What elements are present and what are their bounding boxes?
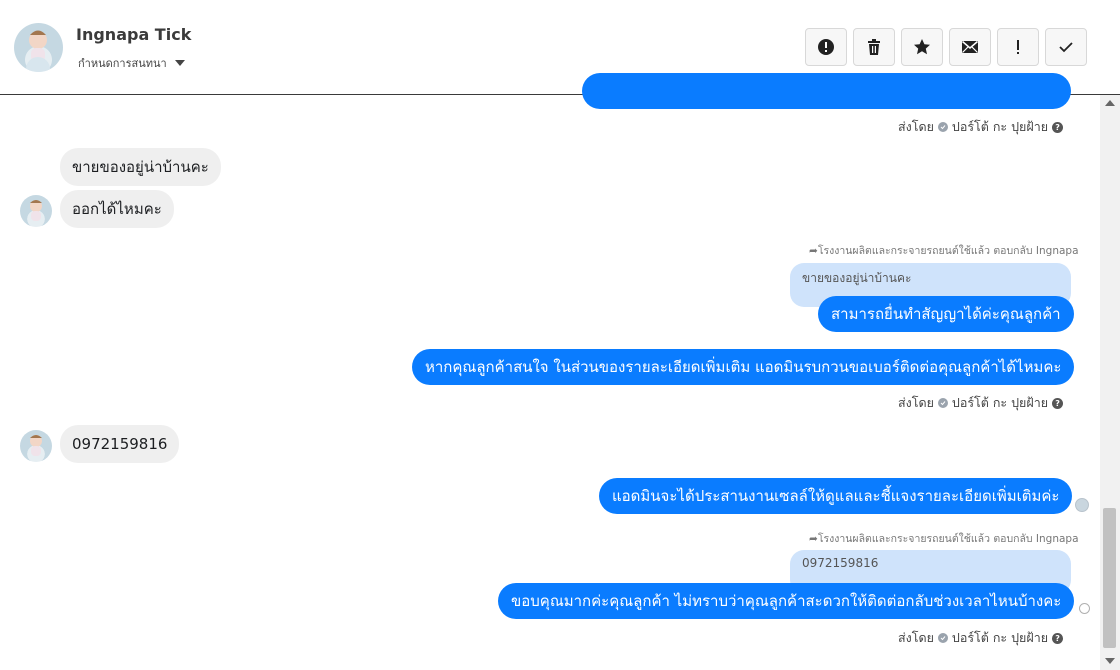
- incoming-message: ออกได้ไหมคะ: [60, 190, 174, 228]
- assign-label: กำหนดการสนทนา: [78, 57, 167, 70]
- outgoing-message: แอดมินจะได้ประสานงานเซลล์ให้ดูแลและชี้แจ…: [599, 478, 1073, 514]
- outgoing-message-partial: [582, 73, 1071, 109]
- reply-arrow-icon: ➦: [809, 245, 818, 257]
- incoming-message: ขายของอยู่น่าบ้านคะ: [60, 148, 221, 186]
- delete-button[interactable]: [853, 28, 895, 66]
- spam-button[interactable]: [805, 28, 847, 66]
- mark-important-button[interactable]: [997, 28, 1039, 66]
- message-meta: ส่งโดย ปอร์โต้ กะ ปุยฝ้าย ?: [898, 117, 1064, 137]
- mark-unread-button[interactable]: [949, 28, 991, 66]
- outgoing-message: สามารถยื่นทำสัญญาได้ค่ะคุณลูกค้า: [818, 296, 1074, 332]
- vertical-scrollbar[interactable]: [1100, 95, 1120, 670]
- help-icon[interactable]: ?: [1052, 121, 1064, 133]
- contact-name: Ingnapa Tick: [76, 25, 192, 44]
- message-meta: ส่งโดย ปอร์โต้ กะ ปุยฝ้าย ?: [898, 628, 1064, 648]
- message-meta: ส่งโดย ปอร์โต้ กะ ปุยฝ้าย ?: [898, 393, 1064, 413]
- sender-name[interactable]: ปอร์โต้ กะ ปุยฝ้าย: [952, 628, 1048, 648]
- messenger-conversation: Ingnapa Tick กำหนดการสนทนา ส่งโดย ปอร์โต…: [0, 0, 1120, 670]
- alert-circle-icon: [818, 39, 834, 55]
- check-circle-icon: [937, 398, 948, 408]
- envelope-icon: [962, 40, 978, 53]
- sent-by-label: ส่งโดย: [898, 630, 934, 645]
- contact-avatar[interactable]: [14, 23, 63, 72]
- check-circle-icon: [937, 122, 948, 132]
- star-button[interactable]: [901, 28, 943, 66]
- seen-avatar: [1075, 498, 1089, 512]
- outgoing-message: หากคุณลูกค้าสนใจ ในส่วนของรายละเอียดเพิ่…: [412, 349, 1075, 385]
- chevron-down-icon: [174, 60, 185, 66]
- mark-done-button[interactable]: [1045, 28, 1087, 66]
- scroll-down-arrow-icon[interactable]: [1105, 658, 1115, 664]
- contact-avatar-small[interactable]: [20, 430, 52, 462]
- star-icon: [914, 39, 930, 55]
- check-circle-icon: [937, 633, 948, 643]
- exclamation-icon: [1017, 40, 1019, 54]
- scroll-up-arrow-icon[interactable]: [1105, 100, 1115, 106]
- delivered-icon: [1079, 603, 1090, 614]
- reply-note: ➦โรงงานผลิตและกระจายรถยนต์ใช้แล้ว ตอบกลั…: [809, 530, 1079, 547]
- assign-conversation-dropdown[interactable]: กำหนดการสนทนา: [78, 54, 185, 72]
- scrollbar-thumb[interactable]: [1103, 508, 1116, 648]
- incoming-message: 0972159816: [60, 425, 180, 463]
- sent-by-label: ส่งโดย: [898, 395, 934, 410]
- contact-avatar-small[interactable]: [20, 195, 52, 227]
- sender-name[interactable]: ปอร์โต้ กะ ปุยฝ้าย: [952, 393, 1048, 413]
- reply-note-text: โรงงานผลิตและกระจายรถยนต์ใช้แล้ว ตอบกลับ…: [817, 533, 1079, 545]
- reply-arrow-icon: ➦: [809, 533, 818, 545]
- sent-by-label: ส่งโดย: [898, 119, 934, 134]
- reply-note-text: โรงงานผลิตและกระจายรถยนต์ใช้แล้ว ตอบกลับ…: [817, 245, 1079, 257]
- outgoing-message: ขอบคุณมากค่ะคุณลูกค้า ไม่ทราบว่าคุณลูกค้…: [498, 583, 1075, 619]
- check-icon: [1059, 42, 1073, 53]
- reply-note: ➦โรงงานผลิตและกระจายรถยนต์ใช้แล้ว ตอบกลั…: [809, 242, 1079, 259]
- help-icon[interactable]: ?: [1052, 632, 1064, 644]
- conversation-actions: [805, 28, 1087, 66]
- help-icon[interactable]: ?: [1052, 397, 1064, 409]
- sender-name[interactable]: ปอร์โต้ กะ ปุยฝ้าย: [952, 117, 1048, 137]
- trash-icon: [868, 39, 880, 55]
